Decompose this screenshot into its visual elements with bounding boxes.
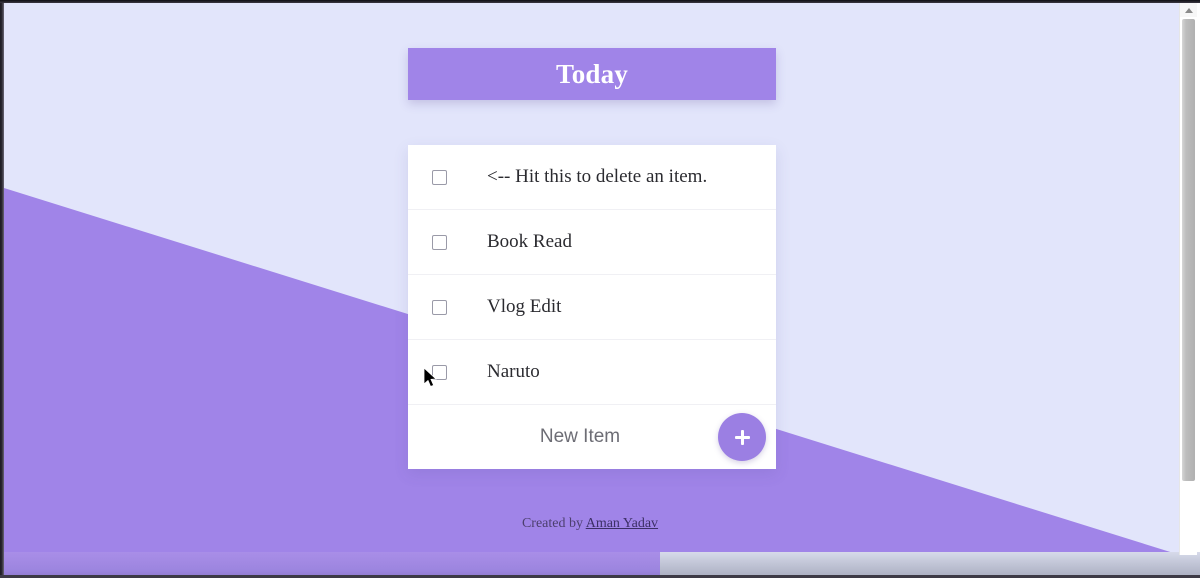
triangle-up-icon [1184, 7, 1193, 13]
add-item-button[interactable] [718, 413, 766, 461]
scroll-up-arrow-icon[interactable] [1180, 3, 1197, 17]
todo-checkbox[interactable] [432, 364, 447, 380]
app-content: Today <-- Hit this to delete an item. Bo… [0, 0, 1180, 560]
todo-checkbox[interactable] [432, 234, 447, 250]
footer: Created by Aman Yadav [0, 516, 1180, 532]
todo-label: Naruto [487, 361, 540, 382]
new-item-row [408, 405, 776, 469]
vertical-scrollbar[interactable] [1179, 3, 1197, 555]
footer-prefix: Created by [521, 516, 583, 531]
table-row[interactable]: Naruto [408, 340, 776, 405]
todo-label: Book Read [487, 231, 572, 252]
table-row[interactable]: Vlog Edit [408, 275, 776, 340]
page-title: Today [555, 58, 629, 89]
new-item-input[interactable] [460, 426, 700, 448]
table-row[interactable]: Book Read [408, 210, 776, 275]
window-top-edge [0, 0, 1200, 3]
scrollbar-thumb[interactable] [1182, 19, 1195, 481]
browser-viewport: Today <-- Hit this to delete an item. Bo… [0, 0, 1200, 578]
author-link[interactable]: Aman Yadav [586, 516, 658, 531]
todo-label: Vlog Edit [487, 296, 562, 317]
todo-checkbox[interactable] [432, 169, 447, 185]
window-left-edge [0, 0, 4, 578]
table-row[interactable]: <-- Hit this to delete an item. [408, 145, 776, 210]
todo-card: <-- Hit this to delete an item. Book Rea… [408, 145, 776, 469]
app-header: Today [408, 48, 776, 100]
todo-label: <-- Hit this to delete an item. [487, 166, 708, 187]
todo-checkbox[interactable] [432, 299, 447, 315]
plus-icon [734, 435, 750, 439]
